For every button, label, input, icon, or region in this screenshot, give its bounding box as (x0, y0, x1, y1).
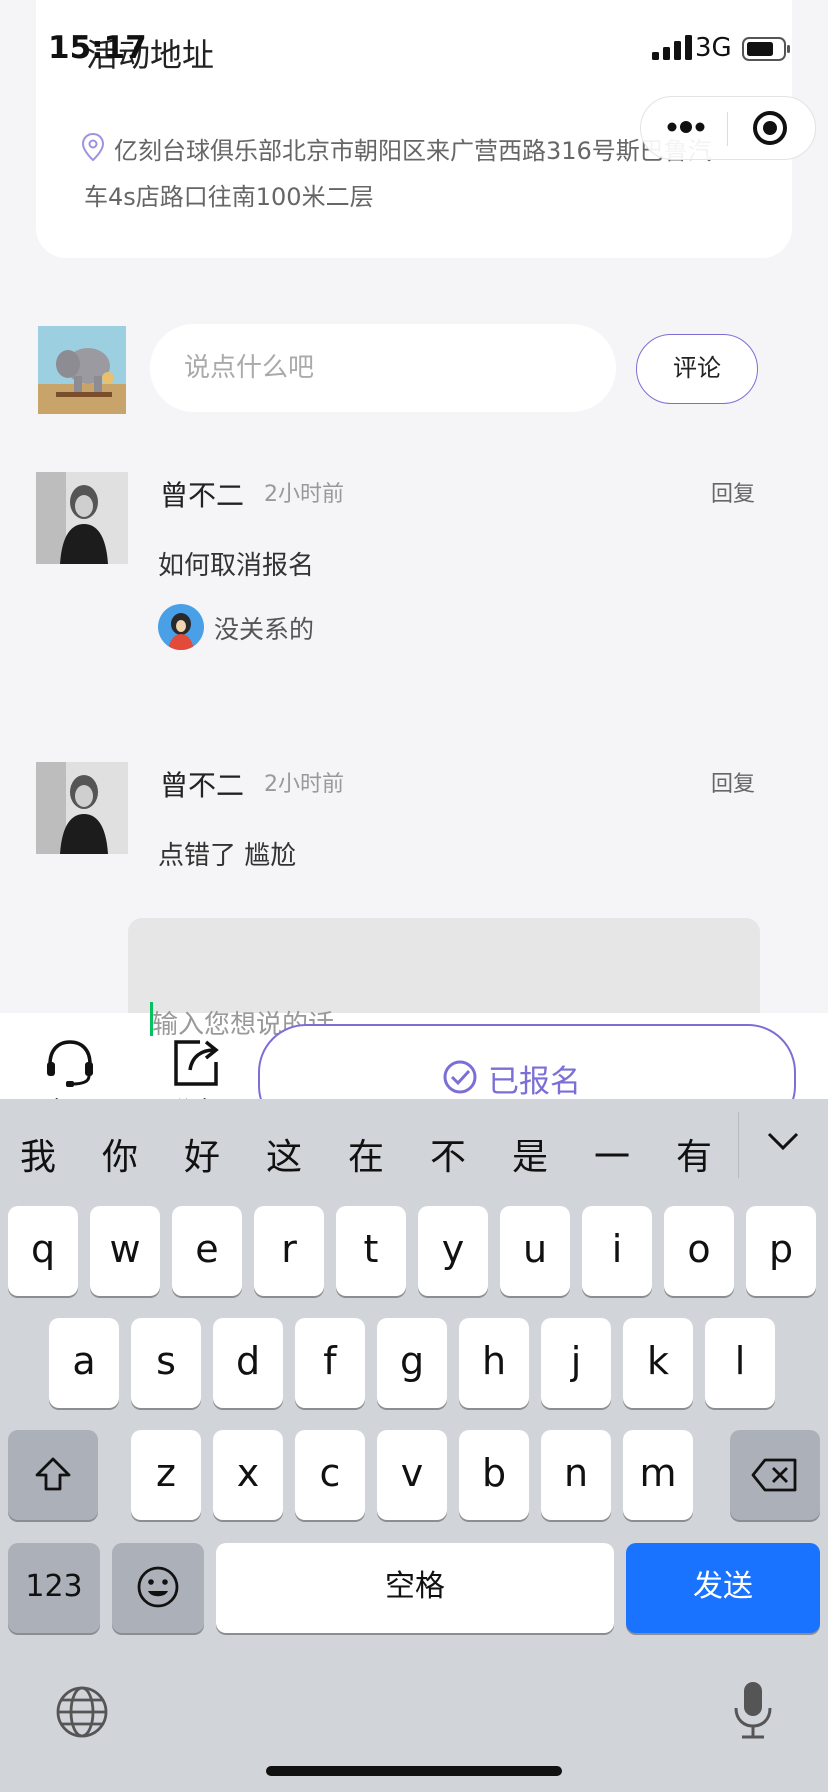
key-z[interactable]: z (131, 1430, 201, 1520)
key-b[interactable]: b (459, 1430, 529, 1520)
emoji-icon (137, 1566, 179, 1608)
key-i[interactable]: i (582, 1206, 652, 1296)
candidate-divider (738, 1112, 739, 1178)
status-time: 15:17 (48, 30, 147, 66)
comment-text: 点错了 尴尬 (158, 841, 297, 871)
key-e[interactable]: e (172, 1206, 242, 1296)
battery-icon (742, 37, 790, 61)
signed-up-label: 已报名 (488, 1064, 581, 1100)
network-type: 3G (695, 33, 732, 63)
key-c[interactable]: c (295, 1430, 365, 1520)
key-v[interactable]: v (377, 1430, 447, 1520)
home-indicator (266, 1766, 562, 1776)
key-l[interactable]: l (705, 1318, 775, 1408)
key-t[interactable]: t (336, 1206, 406, 1296)
comment-time: 2小时前 (264, 772, 344, 797)
comment-button[interactable]: 评论 (636, 334, 758, 404)
candidate-word[interactable]: 不 (430, 1128, 466, 1180)
key-u[interactable]: u (500, 1206, 570, 1296)
headset-icon[interactable] (44, 1036, 96, 1088)
key-w[interactable]: w (90, 1206, 160, 1296)
more-icon[interactable] (664, 113, 708, 141)
commenter-avatar[interactable] (36, 762, 128, 854)
reply-link[interactable]: 回复 (711, 476, 755, 508)
comment-input[interactable]: 说点什么吧 (150, 324, 616, 412)
comment-text: 如何取消报名 (158, 551, 315, 581)
key-d[interactable]: d (213, 1318, 283, 1408)
signal-icon (652, 35, 692, 60)
key-q[interactable]: q (8, 1206, 78, 1296)
candidate-word[interactable]: 有 (676, 1128, 712, 1180)
backspace-icon (751, 1458, 797, 1492)
address-text: 亿刻台球俱乐部北京市朝阳区来广营西路316号斯巴鲁汽车4s店路口往南100米二层 (84, 137, 712, 211)
commenter-avatar[interactable] (36, 472, 128, 564)
commenter-name: 曾不二 (160, 479, 245, 512)
my-avatar (38, 326, 126, 414)
share-icon[interactable] (170, 1036, 222, 1088)
replier-avatar (158, 604, 204, 650)
key-a[interactable]: a (49, 1318, 119, 1408)
key-h[interactable]: h (459, 1318, 529, 1408)
key-y[interactable]: y (418, 1206, 488, 1296)
check-circle-icon (443, 1060, 477, 1094)
candidate-word[interactable]: 你 (102, 1128, 138, 1180)
close-miniprogram-icon[interactable] (748, 108, 792, 148)
emoji-key[interactable] (112, 1543, 204, 1633)
candidate-word[interactable]: 是 (512, 1128, 548, 1180)
sub-reply-text: 没关系的 (214, 615, 315, 644)
key-n[interactable]: n (541, 1430, 611, 1520)
commenter-name: 曾不二 (160, 769, 245, 802)
shift-icon (35, 1457, 71, 1491)
reply-link[interactable]: 回复 (711, 766, 755, 798)
key-r[interactable]: r (254, 1206, 324, 1296)
space-key[interactable]: 空格 (216, 1543, 614, 1633)
comment-time: 2小时前 (264, 482, 344, 507)
text-cursor (150, 1002, 153, 1036)
candidate-word[interactable]: 这 (266, 1128, 302, 1180)
key-j[interactable]: j (541, 1318, 611, 1408)
backspace-key[interactable] (730, 1430, 820, 1520)
candidate-word[interactable]: 好 (184, 1128, 220, 1180)
shift-key[interactable] (8, 1430, 98, 1520)
send-key[interactable]: 发送 (626, 1543, 820, 1633)
candidate-word[interactable]: 在 (348, 1128, 384, 1180)
key-f[interactable]: f (295, 1318, 365, 1408)
numbers-key[interactable]: 123 (8, 1543, 100, 1633)
key-m[interactable]: m (623, 1430, 693, 1520)
candidate-word[interactable]: 一 (594, 1128, 630, 1180)
key-g[interactable]: g (377, 1318, 447, 1408)
capsule-divider (727, 112, 728, 146)
globe-icon[interactable] (54, 1684, 110, 1740)
microphone-icon[interactable] (730, 1680, 776, 1740)
key-o[interactable]: o (664, 1206, 734, 1296)
key-x[interactable]: x (213, 1430, 283, 1520)
candidate-word[interactable]: 我 (20, 1128, 56, 1180)
key-p[interactable]: p (746, 1206, 816, 1296)
chevron-down-icon[interactable] (766, 1130, 800, 1152)
key-s[interactable]: s (131, 1318, 201, 1408)
key-k[interactable]: k (623, 1318, 693, 1408)
